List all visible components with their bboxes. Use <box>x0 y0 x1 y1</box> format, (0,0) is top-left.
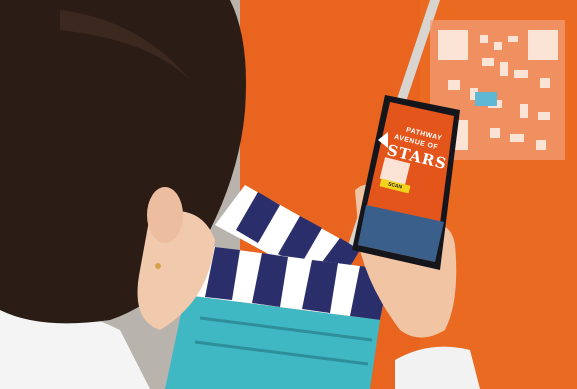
photo-illustration <box>0 0 577 389</box>
photo-scene: PATHWAY AVENUE OF STARS SCAN <box>0 0 577 389</box>
earring <box>155 263 161 269</box>
ear <box>147 187 183 243</box>
